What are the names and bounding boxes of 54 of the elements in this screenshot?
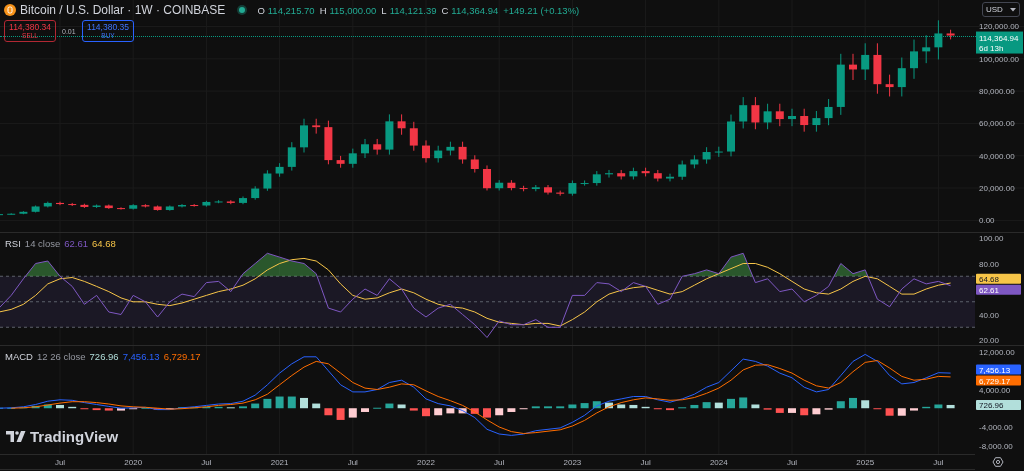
time-label: 2022 (417, 458, 435, 467)
ohlc-value: 114,121.39 (389, 4, 437, 16)
axis-label: 40,000.00 (979, 151, 1015, 161)
axis-label: 60,000.00 (979, 119, 1015, 129)
last-price: 114,364.94 (979, 33, 1019, 43)
ohlc-label: C (441, 4, 449, 16)
ohlc-label: L (381, 4, 387, 16)
ohlc-label: H (319, 4, 327, 16)
indicator-value: 62.61 (64, 238, 88, 249)
axis-label: 80,000.00 (979, 87, 1015, 97)
axis-label: 100.00 (979, 234, 1004, 243)
price-change: +149.21 (+0.13%) (503, 4, 580, 16)
indicator-params: 12 26 close (37, 351, 86, 362)
time-label: Jul (640, 458, 651, 467)
time-label: Jul (933, 458, 944, 467)
ohlc-value: 114,215.70 (267, 4, 315, 16)
axis-label: -8,000.00 (979, 441, 1013, 451)
axis-label: 100,000.00 (979, 54, 1020, 64)
axis-label: 12,000.00 (979, 348, 1015, 358)
time-label: 2024 (709, 458, 728, 467)
time-label: 2025 (856, 458, 875, 467)
bar-countdown: 6d 13h (979, 43, 1004, 53)
indicator-name: RSI (5, 238, 21, 249)
time-label: Jul (786, 458, 798, 467)
axis-label: 120,000.00 (979, 22, 1020, 32)
axis-label: 0.00 (979, 216, 995, 226)
time-label: 2020 (124, 458, 143, 467)
value-badge: 6,729.17 (976, 375, 1021, 386)
axis-label: 4,000.00 (979, 385, 1011, 395)
value-badge: 64.68 (976, 273, 1021, 284)
indicator-value: 6,729.17 (163, 351, 201, 362)
time-label: Jul (347, 458, 358, 467)
time-label: Jul (494, 458, 505, 467)
axis-label: 20,000.00 (979, 184, 1015, 194)
axis-label: 20.00 (979, 336, 1000, 345)
indicator-params: 14 close (24, 238, 61, 249)
ohlc-label: O (257, 4, 265, 16)
time-label: 2023 (563, 458, 582, 467)
value-badge: 7,456.13 (976, 364, 1021, 375)
value-badge: 62.61 (976, 284, 1021, 295)
axis-label: -4,000.00 (979, 422, 1013, 432)
indicator-name: MACD (5, 351, 33, 362)
ohlc-value: 114,364.94 (451, 4, 499, 16)
logo-text: TradingView (30, 428, 119, 445)
time-label: 2021 (270, 458, 289, 467)
axis-label: 40.00 (979, 310, 1000, 320)
time-label: Jul (201, 458, 212, 467)
axis-label: 80.00 (979, 259, 1000, 269)
time-label: Jul (54, 458, 66, 467)
indicator-value: 64.68 (92, 238, 116, 249)
indicator-value: 726.96 (89, 351, 119, 362)
value-badge: 726.96 (976, 399, 1021, 410)
indicator-value: 7,456.13 (122, 351, 160, 362)
ohlc-value: 115,000.00 (329, 4, 377, 16)
